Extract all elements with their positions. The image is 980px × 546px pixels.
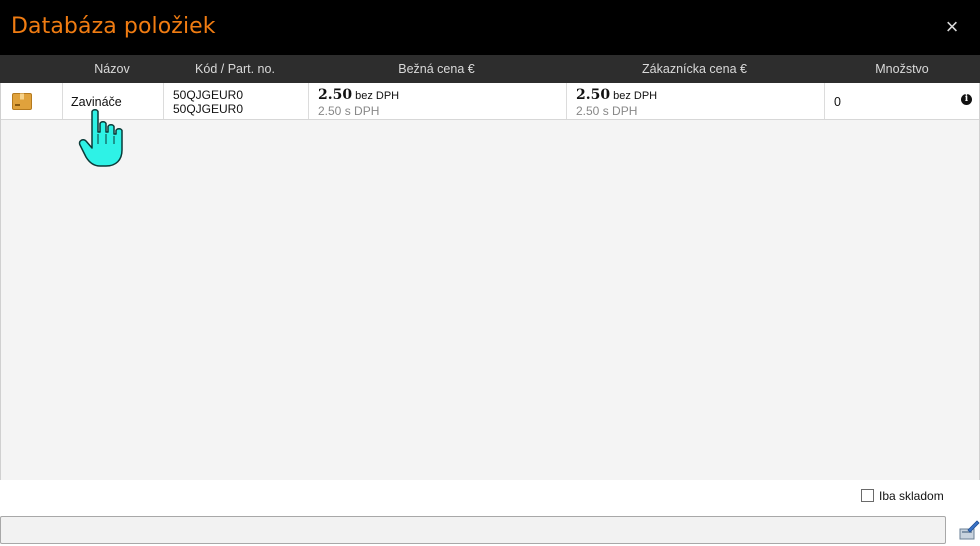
search-tool-icon[interactable] — [958, 518, 980, 542]
table-header: Názov Kód / Part. no. Bežná cena € Zákaz… — [0, 55, 980, 83]
customer-price-net: 2.50 — [576, 87, 611, 103]
window-title: Databáza položiek — [11, 14, 216, 39]
item-quantity: 0 — [834, 95, 841, 109]
regular-price-net-label: bez DPH — [355, 90, 400, 102]
item-code: 50QJGEUR0 — [173, 88, 244, 102]
row-customer-price-cell: 2.50 bez DPH 2.50 s DPH — [567, 83, 825, 119]
regular-price-gross: 2.50 — [318, 104, 342, 118]
column-header-quantity[interactable]: Množstvo — [824, 55, 980, 83]
table-row[interactable]: Zavináče 50QJGEUR0 50QJGEUR0 2.50 bez DPH… — [1, 83, 979, 120]
row-icon-cell — [1, 83, 63, 119]
column-header-name[interactable]: Názov — [62, 55, 162, 83]
close-button[interactable]: × — [940, 15, 964, 39]
customer-price-gross-label: s DPH — [602, 104, 638, 118]
column-header-regular-price[interactable]: Bežná cena € — [308, 55, 565, 83]
regular-price-net: 2.50 — [318, 87, 353, 103]
column-header-code[interactable]: Kód / Part. no. — [163, 55, 307, 83]
regular-price-gross-label: s DPH — [344, 104, 380, 118]
hand-pointer-icon — [78, 109, 123, 167]
window-titlebar: Databáza položiek × — [0, 0, 980, 55]
item-name: Zavináče — [71, 95, 122, 109]
dialog-footer: Iba skladom — [0, 480, 980, 546]
items-list: Zavináče 50QJGEUR0 50QJGEUR0 2.50 bez DPH… — [0, 83, 980, 480]
row-quantity-cell: 0 i — [825, 83, 979, 119]
package-icon — [12, 93, 32, 110]
in-stock-only-checkbox[interactable] — [861, 489, 874, 502]
item-part-no: 50QJGEUR0 — [173, 102, 244, 116]
search-input[interactable] — [0, 516, 946, 544]
info-icon[interactable]: i — [961, 94, 972, 105]
column-header-customer-price[interactable]: Zákaznícka cena € — [566, 55, 823, 83]
row-regular-price-cell: 2.50 bez DPH 2.50 s DPH — [309, 83, 567, 119]
customer-price-gross: 2.50 — [576, 104, 600, 118]
row-code-cell: 50QJGEUR0 50QJGEUR0 — [164, 83, 309, 119]
in-stock-only-label: Iba skladom — [879, 489, 944, 503]
close-icon: × — [945, 14, 959, 39]
customer-price-net-label: bez DPH — [613, 90, 658, 102]
